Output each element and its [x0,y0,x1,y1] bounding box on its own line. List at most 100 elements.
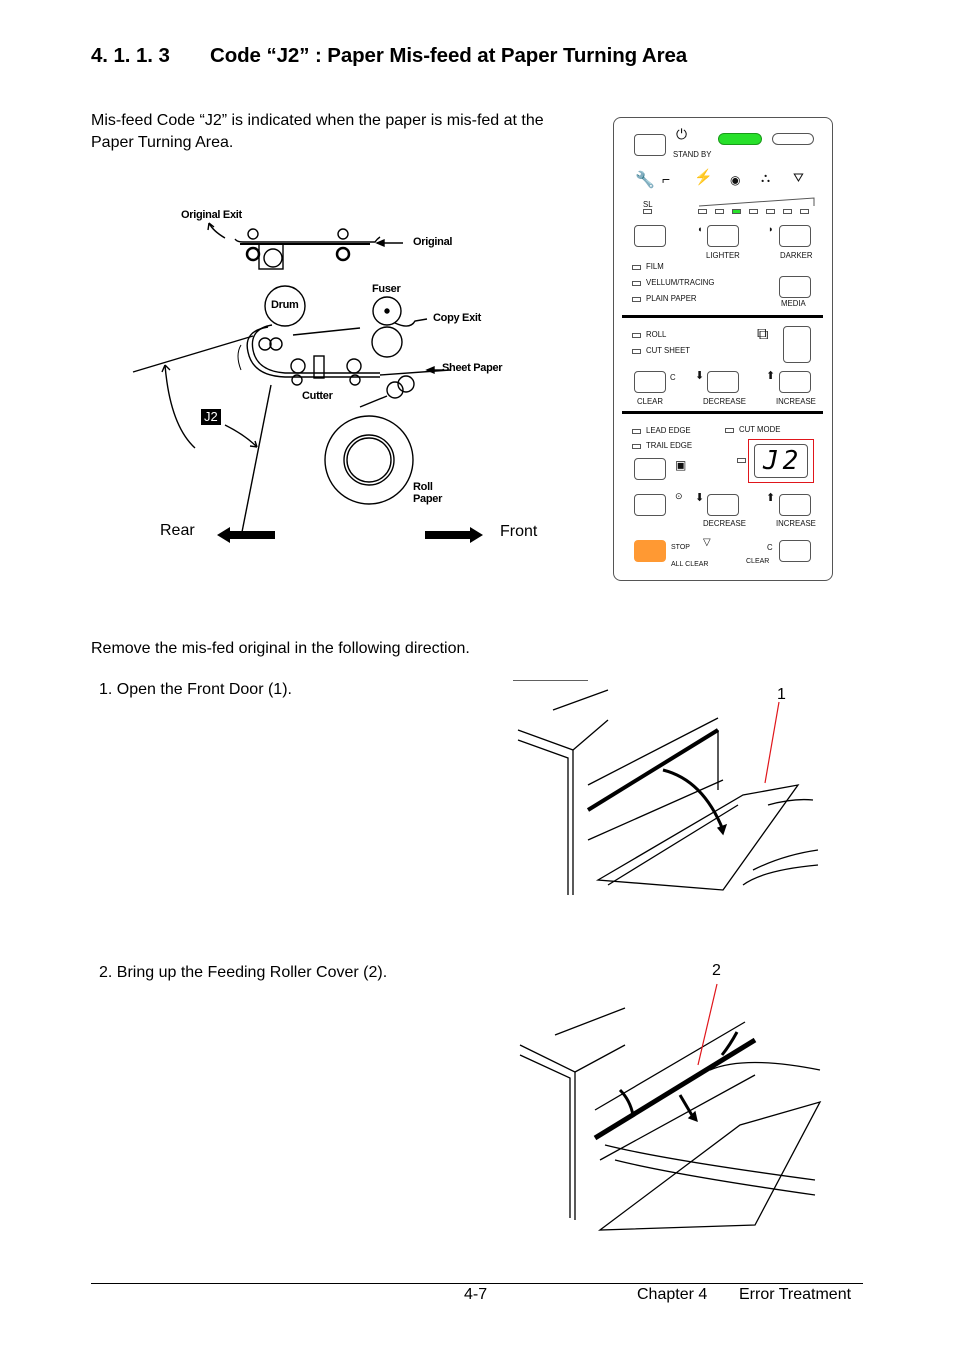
density-scale-wedge [698,197,815,207]
lead-edge-led [632,429,641,434]
media-led-film [632,265,641,270]
feed-led-roll [632,333,641,338]
scanner-roller [263,248,283,268]
decrease-button[interactable] [707,371,739,393]
status-led [772,133,814,145]
increase-button[interactable] [779,371,811,393]
intro-paragraph: Mis-feed Code “J2” is indicated when the… [91,110,611,154]
fuser-roller-bottom [371,326,403,358]
copy-exit-path [394,318,428,327]
cut-edge-icon: ▣ [675,458,687,472]
media-label: MEDIA [781,299,806,308]
lighter-icon: ◖ [697,224,703,234]
footer-chapter: Chapter 4 [637,1286,708,1303]
label-front: Front [500,523,538,540]
media-option-plain: PLAIN PAPER [646,294,697,303]
auto-density-button[interactable] [634,225,666,247]
cut-mode-label: CUT MODE [739,425,781,434]
toner-icon: ⛬ [761,170,771,185]
footer-section: Error Treatment [739,1286,852,1303]
step-1-text: 1. Open the Front Door (1). [99,681,292,698]
label-fuser: Fuser [372,283,401,295]
label-copy-exit: Copy Exit [433,312,482,324]
roller [335,246,351,262]
panel-divider [622,411,823,414]
standby-led [718,133,762,145]
paper-select-button[interactable] [783,326,811,363]
cut-mode-button[interactable] [634,458,666,480]
section-heading: 4. 1. 1. 3 Code “J2” : Paper Mis-feed at … [91,44,687,68]
instructions-lead: Remove the mis-fed original in the follo… [91,640,470,657]
stop-button[interactable] [634,540,666,562]
clear-button[interactable] [634,371,666,393]
increase-button-2[interactable] [779,494,811,516]
copies-button[interactable] [634,494,666,516]
darker-button[interactable] [779,225,811,247]
sheet-feed-line [379,369,451,376]
clear-label: CLEAR [637,397,663,406]
media-led-plain [632,297,641,302]
front-door-drawing [513,679,819,895]
paper-path-drawing [132,222,483,543]
all-clear-label: ALL CLEAR [671,561,709,568]
decrease-button-2[interactable] [707,494,739,516]
toner-waste-icon: ⛛ [793,170,804,185]
media-option-film: FILM [646,262,664,271]
lead-edge-label: LEAD EDGE [646,426,691,435]
density-led [783,209,792,214]
clear-c-label: C [670,373,676,382]
callout-2-leader [697,983,718,1066]
trail-edge-label: TRAIL EDGE [646,441,693,450]
clear2-label: CLEAR [746,558,770,565]
decrease-label: DECREASE [703,397,746,406]
up-arrow-icon: ⬆ [766,370,776,382]
lighter-label: LIGHTER [706,251,740,260]
door-open-icon: ⌐ [662,171,671,187]
section-title: Code “J2” : Paper Mis-feed at Paper Turn… [210,44,688,67]
density-led [698,209,707,214]
density-led [800,209,809,214]
sl-label: SL [643,200,653,209]
density-led [766,209,775,214]
step-2-illustration: 2 [515,960,835,1240]
sl-led [643,209,652,214]
page-number: 4-7 [464,1286,488,1303]
paper-path-diagram: Original Exit Original Drum Fuser Copy E… [125,195,555,555]
down-arrow-icon: ⬇ [695,492,705,504]
decrease-label-2: DECREASE [703,519,746,528]
power-icon: ⏻ [676,126,688,142]
callout-1: 1 [777,686,786,703]
increase-label: INCREASE [776,397,816,406]
intro-line-2: Paper Turning Area. [91,134,234,151]
misfeed-icon: ⚡ [694,169,713,186]
label-original-exit: Original Exit [181,209,242,221]
rear-arrow-icon [217,527,275,543]
front-arrow-icon [425,527,483,543]
down-arrow-icon: ⬇ [695,370,705,382]
cut-mode-led [725,428,734,433]
j2-arrow-1 [164,364,196,449]
label-roll-paper: Roll Paper [413,481,443,505]
error-code-readout: J2 [763,446,803,476]
standby-label: STAND BY [673,150,712,159]
roller-cover-drawing [519,983,822,1231]
media-option-vellum: VELLUM/TRACING [646,278,715,287]
standby-button[interactable] [634,134,666,156]
clear2-c-label: C [767,543,773,552]
lighter-button[interactable] [707,225,739,247]
step-2-text: 2. Bring up the Feeding Roller Cover (2)… [99,964,388,981]
label-rear: Rear [160,522,195,539]
display-led [737,458,746,463]
panel-divider [622,315,823,318]
sheet-stack-icon: ⧉ [757,326,769,343]
label-cutter: Cutter [302,390,333,402]
media-button[interactable] [779,276,811,298]
label-sheet-paper: Sheet Paper [442,362,503,374]
darker-label: DARKER [780,251,813,260]
callout-2: 2 [712,962,721,979]
clear-button-2[interactable] [779,540,811,562]
density-led [732,209,741,214]
increase-label-2: INCREASE [776,519,816,528]
callout-1-leader [764,701,780,784]
feed-led-cut-sheet [632,349,641,354]
